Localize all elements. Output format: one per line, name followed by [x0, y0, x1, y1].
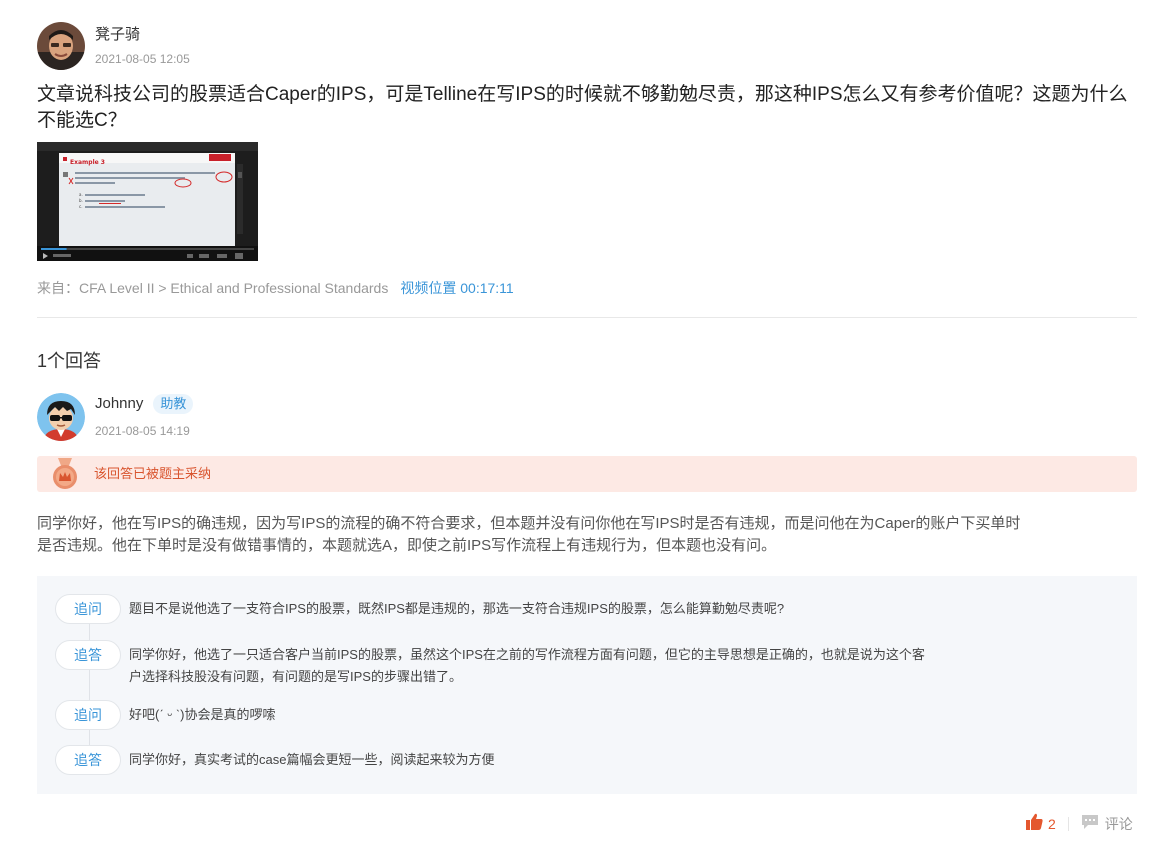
like-count: 2 [1048, 816, 1056, 832]
follow-up-thread: 追问 题目不是说他选了一支符合IPS的股票，既然IPS都是违规的，那选一支符合违… [37, 576, 1137, 794]
section-divider [37, 317, 1137, 318]
accepted-answer-banner: 该回答已被题主采纳 [37, 456, 1137, 492]
follow-up-question-tag: 追问 [55, 594, 121, 624]
thread-item: 追问 题目不是说他选了一支符合IPS的股票，既然IPS都是违规的，那选一支符合违… [55, 594, 939, 624]
svg-text:c.: c. [79, 204, 82, 209]
thumbs-up-icon [1026, 813, 1043, 835]
question-source: 来自：CFA Level II > Ethical and Profession… [37, 279, 514, 297]
answer-count-heading: 1个回答 [37, 351, 102, 371]
thread-item-text: 题目不是说他选了一支符合IPS的股票，既然IPS都是违规的，那选一支符合违规IP… [129, 601, 785, 616]
answer-actions: 2 评论 [1026, 813, 1133, 835]
video-thumbnail[interactable]: Example 3 a. b. c. [37, 142, 258, 261]
svg-text:a.: a. [79, 192, 83, 197]
thread-item-text: 同学你好，他选了一只适合客户当前IPS的股票，虽然这个IPS在之前的写作流程方面… [129, 647, 925, 684]
thread-item: 追问 好吧(ˊ ᵕ ˋ)协会是真的啰嗦 [55, 700, 939, 730]
answer-author-name[interactable]: Johnny [95, 394, 143, 414]
action-separator [1067, 817, 1069, 831]
follow-up-question-tag: 追问 [55, 700, 121, 730]
svg-text:Example 3: Example 3 [70, 159, 105, 166]
video-progress-bar[interactable] [41, 248, 67, 250]
follow-up-answer-tag: 追答 [55, 745, 121, 775]
follow-up-answer-tag: 追答 [55, 640, 121, 670]
like-button[interactable]: 2 [1026, 813, 1056, 835]
comment-button[interactable]: 评论 [1081, 814, 1133, 835]
medal-icon [50, 458, 80, 495]
comment-label: 评论 [1104, 816, 1133, 832]
answer-timestamp: 2021-08-05 14:19 [95, 424, 190, 438]
answer-text: 同学你好，他在写IPS的确违规，因为写IPS的流程的确不符合要求，但本题并没有问… [37, 515, 1021, 554]
thread-item-text: 同学你好，真实考试的case篇幅会更短一些，阅读起来较为方便 [129, 752, 495, 767]
accepted-answer-label: 该回答已被题主采纳 [94, 466, 212, 481]
thread-item-text: 好吧(ˊ ᵕ ˋ)协会是真的啰嗦 [129, 707, 276, 722]
question-header: 凳子骑 2021-08-05 12:05 [37, 22, 190, 70]
question-author-name[interactable]: 凳子骑 [95, 25, 190, 45]
video-position-link[interactable]: 视频位置 00:17:11 [400, 280, 513, 296]
answer-header: Johnny 助教 2021-08-05 14:19 [37, 393, 194, 441]
answer-author-avatar[interactable] [37, 393, 85, 441]
question-text: 文章说科技公司的股票适合Caper的IPS，可是Telline在写IPS的时候就… [37, 84, 1128, 131]
question-timestamp: 2021-08-05 12:05 [95, 52, 190, 66]
svg-text:b.: b. [79, 198, 83, 203]
source-path[interactable]: 来自：CFA Level II > Ethical and Profession… [37, 280, 388, 296]
question-author-avatar[interactable] [37, 22, 85, 70]
thumbnail-heading: Example 3 [70, 159, 105, 166]
teaching-assistant-badge: 助教 [153, 394, 194, 414]
thread-item: 追答 同学你好，真实考试的case篇幅会更短一些，阅读起来较为方便 [55, 745, 939, 775]
comment-icon [1081, 814, 1099, 835]
thread-item: 追答 同学你好，他选了一只适合客户当前IPS的股票，虽然这个IPS在之前的写作流… [55, 640, 929, 688]
